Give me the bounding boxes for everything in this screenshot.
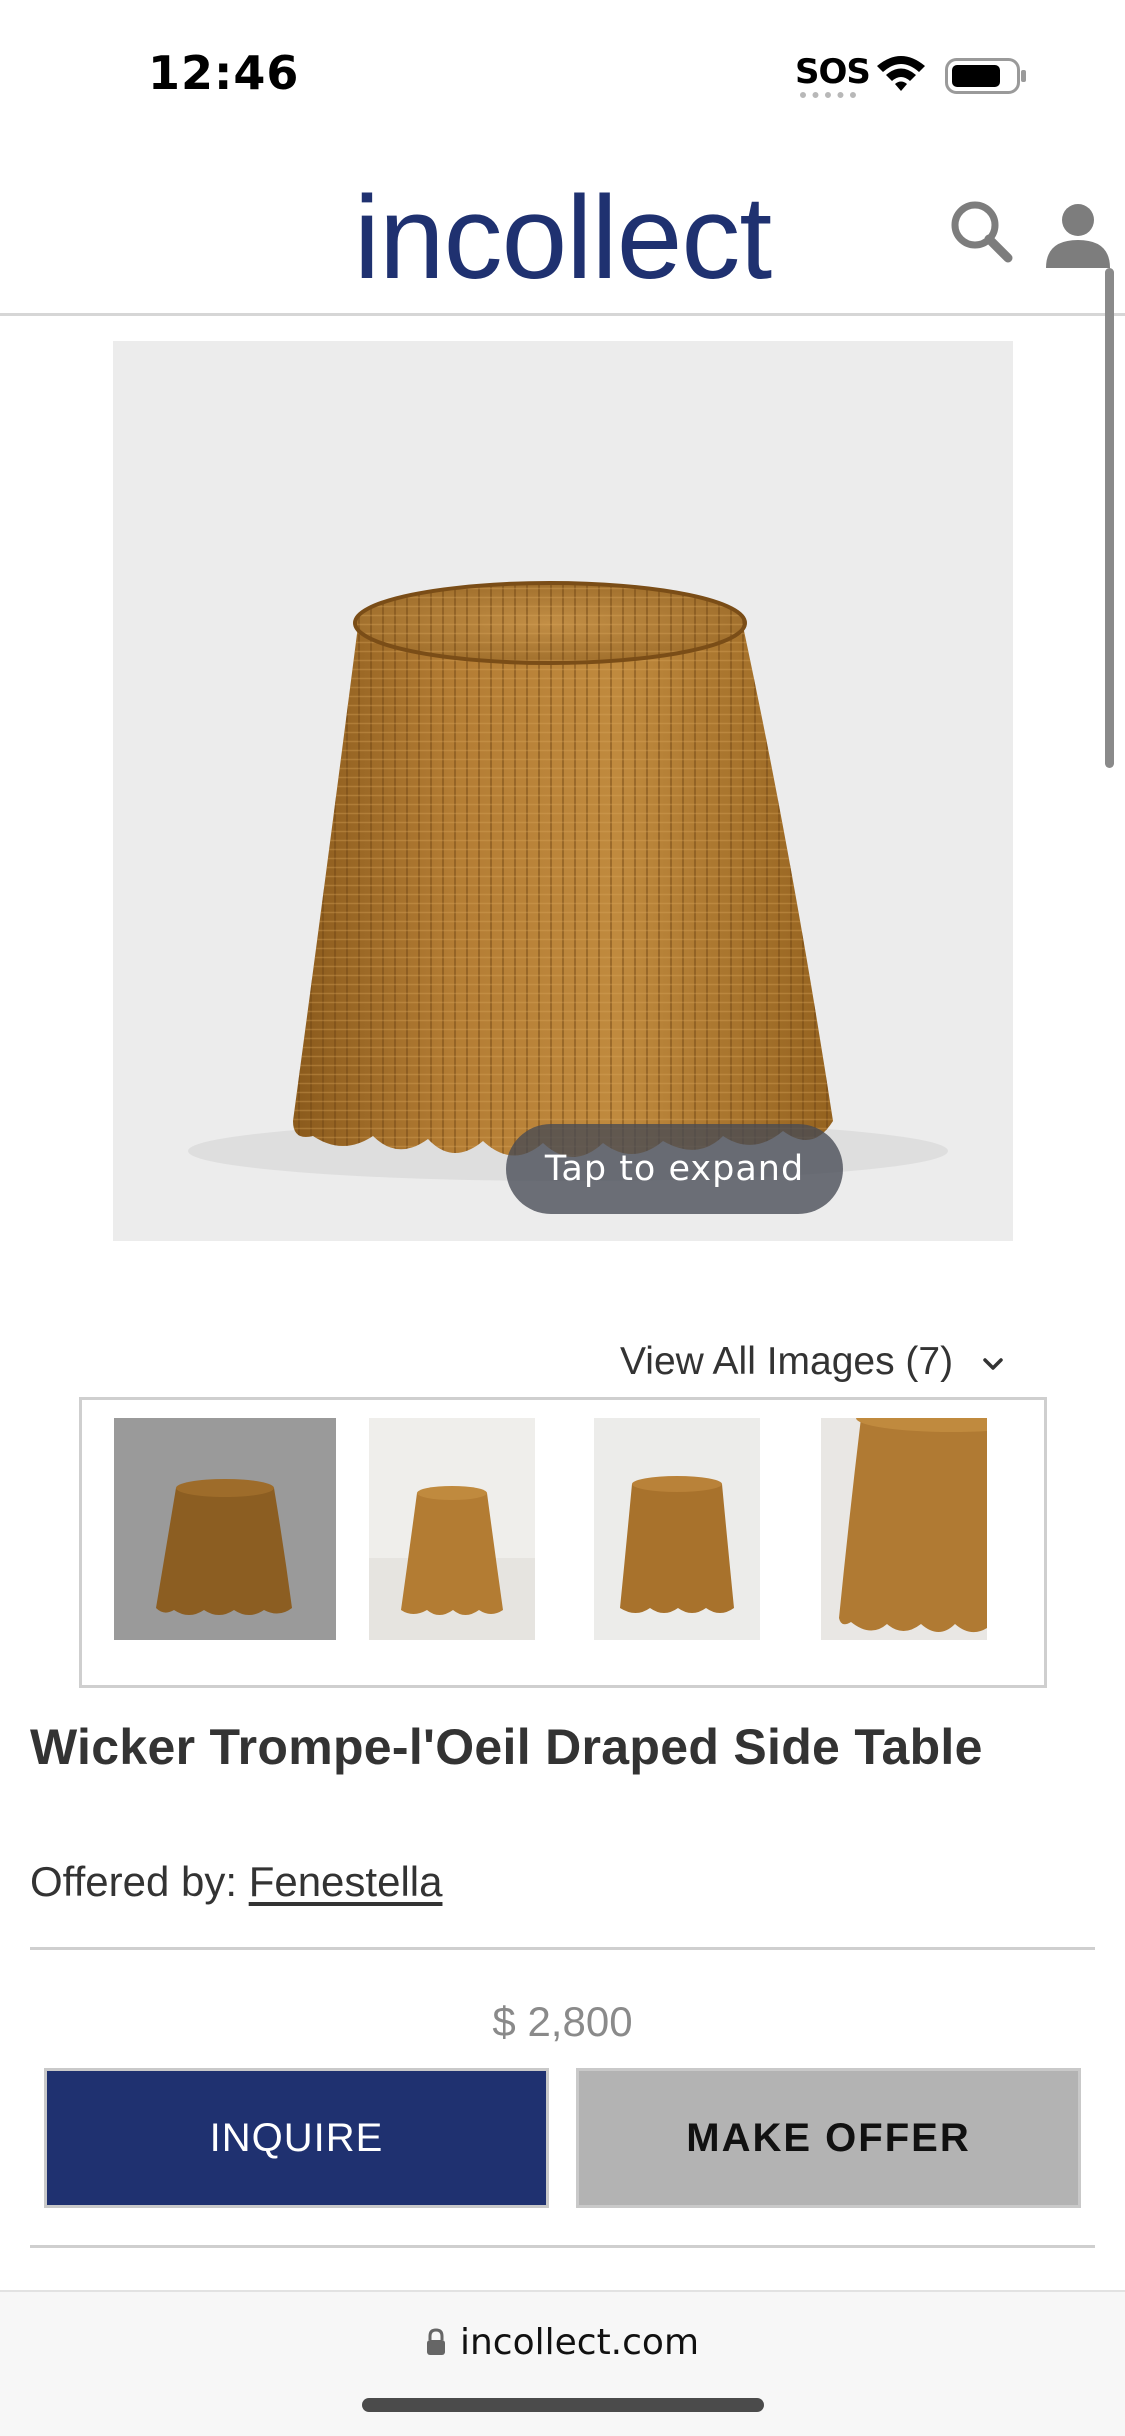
product-price: $ 2,800 [492, 1998, 633, 2045]
divider [30, 2245, 1095, 2248]
browser-address-bar[interactable]: incollect.com [0, 2290, 1125, 2436]
thumbnail-1[interactable] [114, 1418, 336, 1640]
divider [30, 1947, 1095, 1950]
signal-dots-icon [800, 92, 856, 98]
make-offer-button[interactable]: MAKE OFFER [576, 2068, 1081, 2208]
inquire-button[interactable]: INQUIRE [44, 2068, 549, 2208]
product-main-image[interactable]: Tap to expand [113, 341, 1013, 1241]
product-title: Wicker Trompe-l'Oeil Draped Side Table [30, 1719, 983, 1775]
wicker-table-image [188, 581, 948, 1181]
url-display[interactable]: incollect.com [0, 2322, 1125, 2363]
status-time: 12:46 [148, 46, 300, 100]
battery-icon [945, 58, 1026, 94]
lock-icon [426, 2328, 445, 2355]
chevron-down-icon [983, 1357, 1003, 1370]
view-all-images-label: View All Images (7) [620, 1340, 954, 1383]
search-icon[interactable] [948, 198, 1014, 264]
thumbnail-4[interactable] [821, 1418, 987, 1640]
site-header: incollect [0, 150, 1125, 316]
status-bar: 12:46 SOS [0, 0, 1125, 140]
page-scrollbar[interactable] [1105, 268, 1114, 768]
view-all-images-toggle[interactable]: View All Images (7) [620, 1340, 1004, 1384]
sos-indicator: SOS [795, 52, 871, 92]
tap-to-expand-button[interactable]: Tap to expand [506, 1124, 843, 1214]
wifi-icon [877, 56, 925, 91]
account-icon[interactable] [1042, 202, 1125, 268]
dealer-link[interactable]: Fenestella [249, 1858, 443, 1905]
home-indicator[interactable] [362, 2398, 764, 2412]
thumbnail-2[interactable] [369, 1418, 535, 1640]
offered-by-label: Offered by: [30, 1858, 238, 1905]
url-text: incollect.com [459, 2322, 700, 2363]
thumbnail-strip[interactable] [79, 1397, 1047, 1688]
thumbnail-3[interactable] [594, 1418, 760, 1640]
offered-by: Offered by: Fenestella [30, 1858, 442, 1906]
